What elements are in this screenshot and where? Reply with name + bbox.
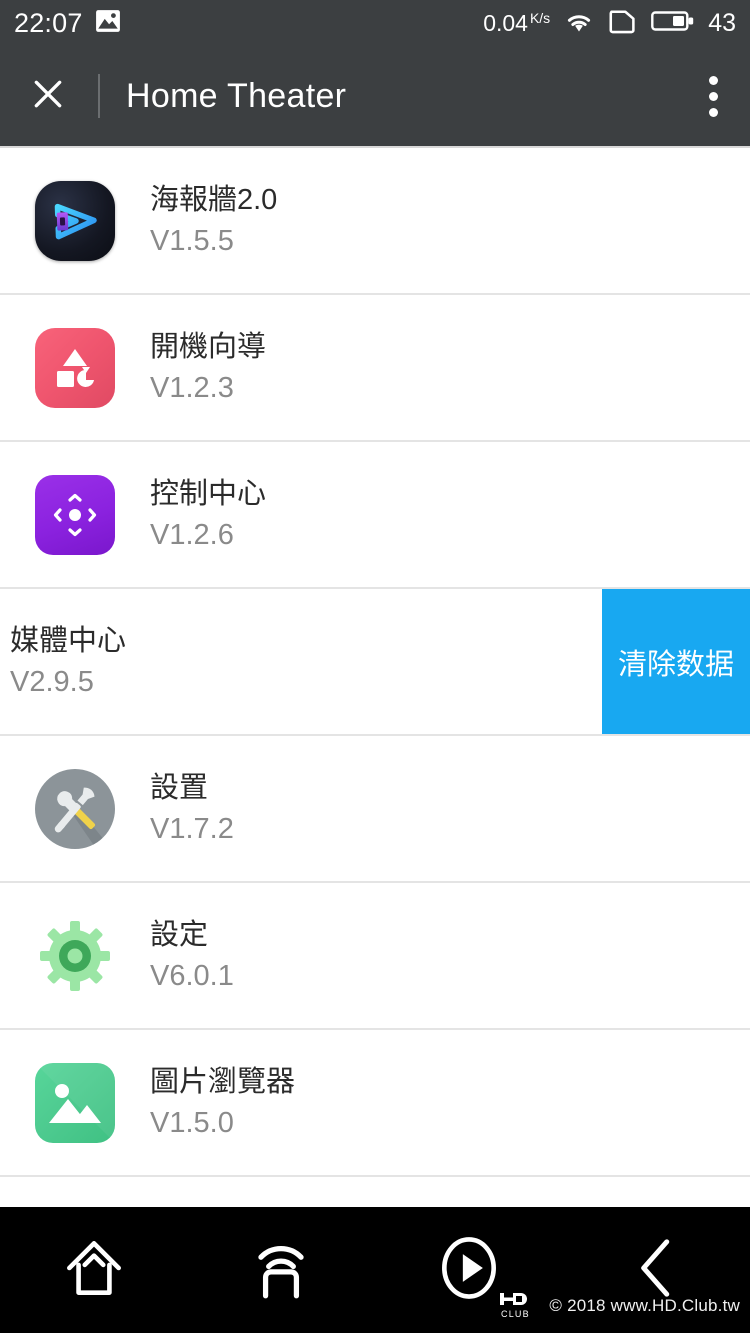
gallery-icon <box>35 1062 115 1143</box>
app-version: V1.7.2 <box>150 812 234 845</box>
app-bar: Home Theater <box>0 46 750 146</box>
app-bar-divider <box>98 74 100 118</box>
app-list[interactable]: 海報牆2.0 V1.5.5 開機向導 V1.2.3 控制中心 V1.2.6 媒體… <box>0 146 750 1207</box>
app-icon-wrap <box>0 327 150 408</box>
app-icon-wrap <box>0 180 150 261</box>
nav-remote-button[interactable] <box>188 1207 376 1333</box>
app-version: V2.9.5 <box>10 665 94 698</box>
poster-wall-icon <box>35 180 115 261</box>
list-item[interactable]: 設定 V6.0.1 <box>0 883 750 1030</box>
app-version: V6.0.1 <box>150 959 234 992</box>
image-icon <box>95 8 121 39</box>
app-name: 設置 <box>150 772 209 805</box>
app-texts: 圖片瀏覽器 V1.5.0 <box>150 1064 295 1141</box>
page-title: Home Theater <box>126 76 347 115</box>
control-center-icon <box>35 474 115 555</box>
nav-play-button[interactable] <box>375 1207 563 1333</box>
clear-data-button[interactable]: 清除数据 <box>602 589 750 734</box>
app-name: 開機向導 <box>150 331 267 364</box>
status-bar-right: 0.04 K/s 43 <box>483 8 736 39</box>
overflow-menu-icon[interactable] <box>699 66 728 127</box>
app-icon-wrap <box>0 916 150 996</box>
battery-icon <box>651 9 695 38</box>
list-item[interactable]: 設置 V1.7.2 <box>0 736 750 883</box>
list-item[interactable]: 控制中心 V1.2.6 <box>0 442 750 589</box>
play-circle-icon <box>432 1231 506 1310</box>
setup-wizard-icon <box>35 327 115 408</box>
network-speed-value: 0.04 <box>483 9 528 36</box>
app-texts: 設置 V1.7.2 <box>150 770 234 847</box>
app-name: 海報牆2.0 <box>150 184 278 217</box>
app-icon-wrap <box>0 474 150 555</box>
battery-level: 43 <box>708 8 736 37</box>
app-name: 設定 <box>150 919 209 952</box>
list-item-partial[interactable] <box>0 1177 750 1207</box>
list-item[interactable]: 海報牆2.0 V1.5.5 <box>0 148 750 295</box>
nav-back-button[interactable] <box>563 1207 750 1333</box>
app-texts: 設定 V6.0.1 <box>150 917 234 994</box>
list-item[interactable]: 開機向導 V1.2.3 <box>0 295 750 442</box>
status-clock: 22:07 <box>14 7 83 38</box>
close-icon[interactable] <box>22 68 74 125</box>
nav-home-button[interactable] <box>0 1207 188 1333</box>
back-chevron-icon <box>619 1231 693 1310</box>
status-bar: 22:07 0.04 K/s 43 <box>0 0 750 46</box>
network-speed: 0.04 K/s <box>483 9 551 36</box>
tools-settings-icon <box>35 768 115 849</box>
network-speed-unit: K/s <box>529 9 551 26</box>
status-bar-left: 22:07 <box>14 8 121 39</box>
app-texts: 控制中心 V1.2.6 <box>150 476 266 553</box>
navigation-bar: CLUB © 2018 www.HD.Club.tw <box>0 1207 750 1333</box>
app-texts: 媒體中心 V2.9.5 <box>0 623 126 700</box>
gear-settings-icon <box>35 916 115 996</box>
app-version: V1.2.6 <box>150 518 234 551</box>
home-icon <box>57 1231 131 1310</box>
app-name: 控制中心 <box>150 478 267 511</box>
list-item-swiped[interactable]: 媒體中心 V2.9.5 清除数据 <box>0 589 750 736</box>
app-icon-wrap <box>0 768 150 849</box>
remote-signal-icon <box>244 1231 318 1310</box>
app-name: 媒體中心 <box>10 625 127 658</box>
app-version: V1.2.3 <box>150 371 234 404</box>
app-icon-wrap <box>0 1062 150 1143</box>
app-texts: 海報牆2.0 V1.5.5 <box>150 182 277 259</box>
app-version: V1.5.5 <box>150 224 234 257</box>
sim-card-icon <box>608 8 638 39</box>
wifi-icon <box>563 8 595 39</box>
list-item[interactable]: 圖片瀏覽器 V1.5.0 <box>0 1030 750 1177</box>
app-version: V1.5.0 <box>150 1106 234 1139</box>
app-name: 圖片瀏覽器 <box>150 1066 296 1099</box>
app-texts: 開機向導 V1.2.3 <box>150 329 266 406</box>
